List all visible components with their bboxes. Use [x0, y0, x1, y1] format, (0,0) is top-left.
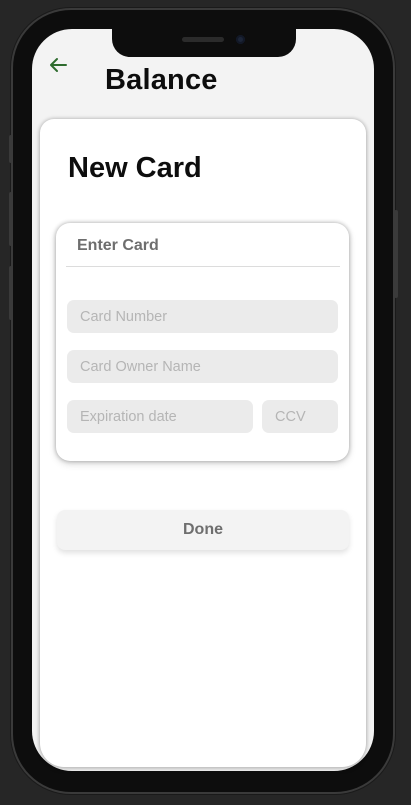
phone-side-button	[9, 135, 13, 163]
sheet-title: New Card	[68, 152, 202, 184]
front-camera	[236, 35, 245, 44]
arrow-left-icon	[50, 58, 67, 72]
divider	[66, 266, 340, 267]
card-form-heading: Enter Card	[77, 237, 159, 254]
phone-side-button	[394, 210, 398, 298]
done-button[interactable]: Done	[57, 510, 349, 550]
card-number-input[interactable]	[67, 300, 338, 333]
card-owner-name-input[interactable]	[67, 350, 338, 383]
back-button[interactable]	[46, 53, 70, 77]
ccv-input[interactable]	[262, 400, 338, 433]
page-title: Balance	[105, 64, 218, 96]
expiration-date-input[interactable]	[67, 400, 253, 433]
phone-side-button	[9, 192, 13, 246]
speaker	[182, 37, 224, 42]
card-form: Enter Card	[56, 223, 349, 461]
phone-side-button	[9, 266, 13, 320]
new-card-sheet: New Card Enter Card Done	[40, 119, 366, 767]
notch	[112, 28, 296, 57]
